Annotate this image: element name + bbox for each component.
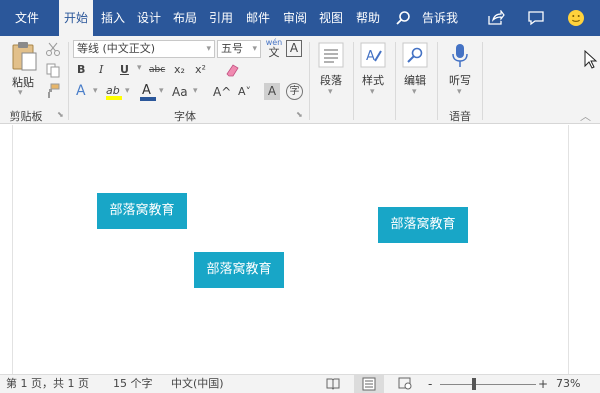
- collapse-ribbon-icon[interactable]: ︿: [580, 108, 591, 124]
- tab-insert[interactable]: 插入: [97, 0, 129, 36]
- smiley-icon[interactable]: [564, 0, 588, 36]
- change-case-dropdown-icon[interactable]: ▾: [193, 86, 198, 96]
- web-layout-icon[interactable]: [398, 377, 412, 390]
- clipboard-group-label: 剪贴板: [9, 110, 43, 123]
- paste-dropdown-icon[interactable]: ▾: [18, 88, 23, 98]
- microphone-icon[interactable]: [450, 42, 470, 70]
- bold-button[interactable]: B: [77, 62, 85, 78]
- highlight-dropdown-icon[interactable]: ▾: [125, 86, 130, 96]
- superscript-button[interactable]: x²: [195, 62, 206, 78]
- group-separator: [395, 42, 396, 120]
- zoom-out-button[interactable]: -: [428, 375, 432, 393]
- paste-button[interactable]: 粘贴: [6, 74, 40, 90]
- tab-design[interactable]: 设计: [133, 0, 165, 36]
- word-count[interactable]: 15 个字: [113, 375, 153, 393]
- styles-button[interactable]: 样式: [356, 72, 390, 88]
- clipboard-launcher-icon[interactable]: ⬊: [57, 110, 64, 119]
- font-color-button[interactable]: A: [139, 83, 157, 103]
- page-count[interactable]: 第 1 页，共 1 页: [6, 375, 89, 393]
- character-shading-button[interactable]: A: [264, 83, 280, 100]
- subscript-button[interactable]: x₂: [174, 62, 185, 78]
- page-left-edge: [12, 125, 13, 374]
- highlight-button[interactable]: ab: [104, 83, 124, 103]
- tab-review[interactable]: 审阅: [279, 0, 311, 36]
- tell-me-search[interactable]: 告诉我: [416, 0, 464, 36]
- zoom-level[interactable]: 73%: [556, 375, 580, 393]
- tab-layout[interactable]: 布局: [169, 0, 201, 36]
- language-indicator[interactable]: 中文(中国): [171, 375, 224, 393]
- text-box[interactable]: 部落窝教育: [194, 252, 284, 288]
- styles-icon[interactable]: A: [360, 42, 386, 68]
- tab-references[interactable]: 引用: [205, 0, 237, 36]
- font-name-combobox[interactable]: 等线 (中文正文) ▾: [73, 40, 215, 58]
- read-mode-icon[interactable]: [326, 377, 340, 390]
- group-separator: [353, 42, 354, 120]
- group-separator: [482, 42, 483, 120]
- paragraph-dropdown-icon[interactable]: ▾: [328, 87, 333, 97]
- svg-text:A: A: [366, 49, 375, 64]
- shrink-font-button[interactable]: A˅: [238, 84, 251, 100]
- search-icon[interactable]: [393, 0, 413, 36]
- copy-icon[interactable]: [45, 62, 61, 78]
- text-effects-dropdown-icon[interactable]: ▾: [93, 86, 98, 96]
- zoom-slider-track[interactable]: [440, 384, 536, 385]
- paste-icon[interactable]: [9, 40, 39, 72]
- dictate-dropdown-icon[interactable]: ▾: [457, 87, 462, 97]
- text-box[interactable]: 部落窝教育: [97, 193, 187, 229]
- print-layout-icon[interactable]: [354, 375, 384, 393]
- voice-group-label: 语音: [449, 110, 471, 123]
- change-case-button[interactable]: Aa: [172, 84, 188, 100]
- find-icon[interactable]: [402, 42, 428, 68]
- underline-button[interactable]: U: [120, 62, 129, 78]
- editing-button[interactable]: 编辑: [398, 72, 432, 88]
- phonetic-guide-bottom: 文: [268, 46, 280, 59]
- editing-dropdown-icon[interactable]: ▾: [412, 87, 417, 97]
- eraser-icon[interactable]: [223, 61, 241, 79]
- grow-font-button[interactable]: A^: [213, 84, 231, 100]
- underline-dropdown-icon[interactable]: ▾: [137, 63, 142, 73]
- comment-icon[interactable]: [524, 0, 548, 36]
- phonetic-guide-button[interactable]: wén 文: [265, 38, 283, 60]
- group-separator: [437, 42, 438, 120]
- share-icon[interactable]: [484, 0, 508, 36]
- paragraph-button[interactable]: 段落: [314, 72, 348, 88]
- font-launcher-icon[interactable]: ⬊: [296, 110, 303, 119]
- document-canvas[interactable]: [0, 125, 600, 374]
- font-color-swatch: [140, 97, 156, 101]
- chevron-down-icon[interactable]: ▾: [206, 41, 211, 57]
- font-color-dropdown-icon[interactable]: ▾: [159, 86, 164, 96]
- text-effects-button[interactable]: A: [76, 83, 86, 99]
- font-size-value: 五号: [221, 42, 243, 55]
- group-separator: [68, 42, 69, 120]
- zoom-in-button[interactable]: +: [538, 375, 548, 393]
- format-painter-icon[interactable]: [45, 83, 61, 99]
- styles-dropdown-icon[interactable]: ▾: [370, 87, 375, 97]
- dictate-button[interactable]: 听写: [443, 72, 477, 88]
- strikethrough-button[interactable]: abc: [149, 62, 165, 78]
- character-border-button[interactable]: A: [286, 40, 302, 57]
- tab-view[interactable]: 视图: [315, 0, 347, 36]
- enclose-characters-button[interactable]: 字: [286, 83, 303, 100]
- highlight-color-swatch: [106, 96, 122, 100]
- tab-mailings[interactable]: 邮件: [241, 0, 275, 36]
- paragraph-icon[interactable]: [318, 42, 344, 68]
- tab-help[interactable]: 帮助: [351, 0, 385, 36]
- italic-button[interactable]: I: [99, 62, 103, 78]
- cursor-icon: [584, 49, 598, 70]
- font-name-value: 等线 (中文正文): [77, 42, 156, 55]
- chevron-down-icon[interactable]: ▾: [252, 41, 257, 57]
- group-separator: [309, 42, 310, 120]
- page-right-edge: [568, 125, 569, 374]
- font-size-combobox[interactable]: 五号 ▾: [217, 40, 261, 58]
- zoom-slider-thumb[interactable]: [472, 378, 476, 390]
- tab-file[interactable]: 文件: [4, 0, 50, 36]
- cut-icon[interactable]: [45, 41, 61, 57]
- tab-home[interactable]: 开始: [59, 0, 93, 37]
- font-group-label: 字体: [174, 110, 196, 123]
- text-box[interactable]: 部落窝教育: [378, 207, 468, 243]
